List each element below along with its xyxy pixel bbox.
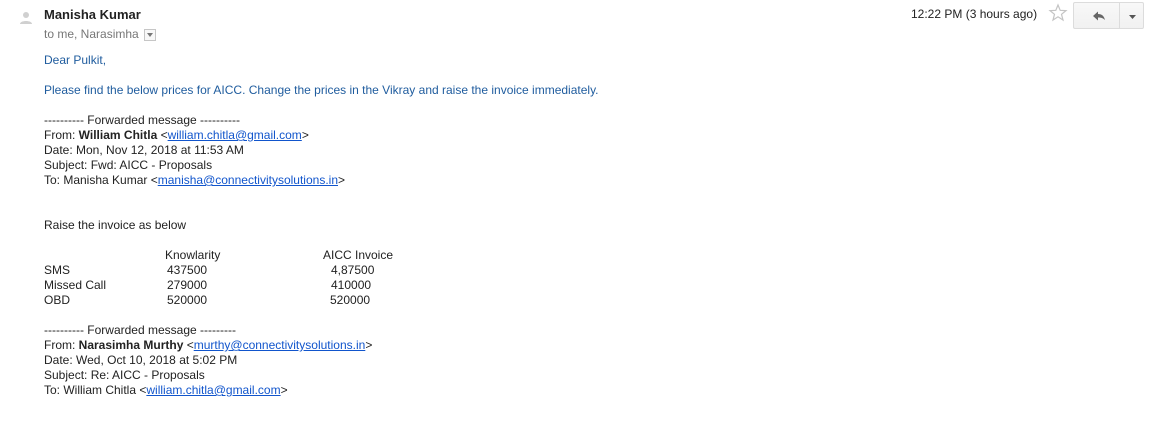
forwarded-message-1: ---------- Forwarded message ---------- … bbox=[44, 113, 345, 188]
invoice-table: Knowlarity AICC Invoice SMS 437500 4,875… bbox=[44, 248, 464, 310]
aicc-value: 410000 bbox=[331, 278, 372, 292]
row-label: SMS bbox=[44, 263, 71, 277]
more-actions-button[interactable] bbox=[1119, 2, 1144, 29]
aicc-value: 520000 bbox=[330, 293, 371, 307]
sender-name[interactable]: Manisha Kumar bbox=[44, 7, 141, 22]
sender-avatar[interactable] bbox=[14, 6, 38, 30]
star-icon bbox=[1048, 3, 1068, 22]
greeting: Dear Pulkit, bbox=[44, 53, 107, 67]
chevron-down-icon bbox=[1129, 15, 1136, 19]
forward-from: From: William Chitla <william.chitla@gma… bbox=[44, 128, 309, 142]
forward-separator: ---------- Forwarded message ---------- bbox=[44, 113, 240, 127]
recipients-text: to me, Narasimha bbox=[44, 27, 139, 41]
forward-separator: ---------- Forwarded message --------- bbox=[44, 323, 236, 337]
forward-subject: Subject: Re: AICC - Proposals bbox=[44, 368, 205, 382]
reply-arrow-icon bbox=[1093, 11, 1105, 21]
forward-from: From: Narasimha Murthy <murthy@connectiv… bbox=[44, 338, 373, 352]
forward-from-email-link[interactable]: william.chitla@gmail.com bbox=[168, 128, 302, 142]
forward-date: Date: Mon, Nov 12, 2018 at 11:53 AM bbox=[44, 143, 244, 157]
column-header-knowlarity: Knowlarity bbox=[165, 248, 221, 262]
row-label: Missed Call bbox=[44, 278, 107, 292]
knowlarity-value: 437500 bbox=[167, 263, 208, 277]
aicc-value: 4,87500 bbox=[331, 263, 375, 277]
forward-from-email-link[interactable]: murthy@connectivitysolutions.in bbox=[194, 338, 366, 352]
forward-to-email-link[interactable]: manisha@connectivitysolutions.in bbox=[158, 173, 338, 187]
forward-to: To: Manisha Kumar <manisha@connectivitys… bbox=[44, 173, 346, 187]
instruction-text: Please find the below prices for AICC. C… bbox=[44, 83, 599, 97]
column-header-aicc-invoice: AICC Invoice bbox=[323, 248, 394, 262]
star-button[interactable] bbox=[1048, 3, 1068, 23]
row-label: OBD bbox=[44, 293, 71, 307]
knowlarity-value: 279000 bbox=[167, 278, 208, 292]
forwarded-message-2: ---------- Forwarded message --------- F… bbox=[44, 323, 372, 398]
knowlarity-value: 520000 bbox=[167, 293, 208, 307]
forward-from-name: William Chitla bbox=[78, 128, 158, 142]
message-timestamp: 12:22 PM (3 hours ago) bbox=[911, 7, 1038, 21]
forward-to-email-link[interactable]: william.chitla@gmail.com bbox=[146, 383, 280, 397]
forward-subject: Subject: Fwd: AICC - Proposals bbox=[44, 158, 213, 172]
invoice-intro: Raise the invoice as below bbox=[44, 218, 187, 232]
forward-from-name: Narasimha Murthy bbox=[78, 338, 184, 352]
person-avatar-icon bbox=[14, 6, 38, 30]
forward-to: To: William Chitla <william.chitla@gmail… bbox=[44, 383, 288, 397]
forward-date: Date: Wed, Oct 10, 2018 at 5:02 PM bbox=[44, 353, 238, 367]
recipients-line: to me, Narasimha bbox=[44, 27, 156, 41]
reply-button[interactable] bbox=[1073, 2, 1119, 29]
recipients-dropdown-button[interactable] bbox=[143, 29, 156, 41]
